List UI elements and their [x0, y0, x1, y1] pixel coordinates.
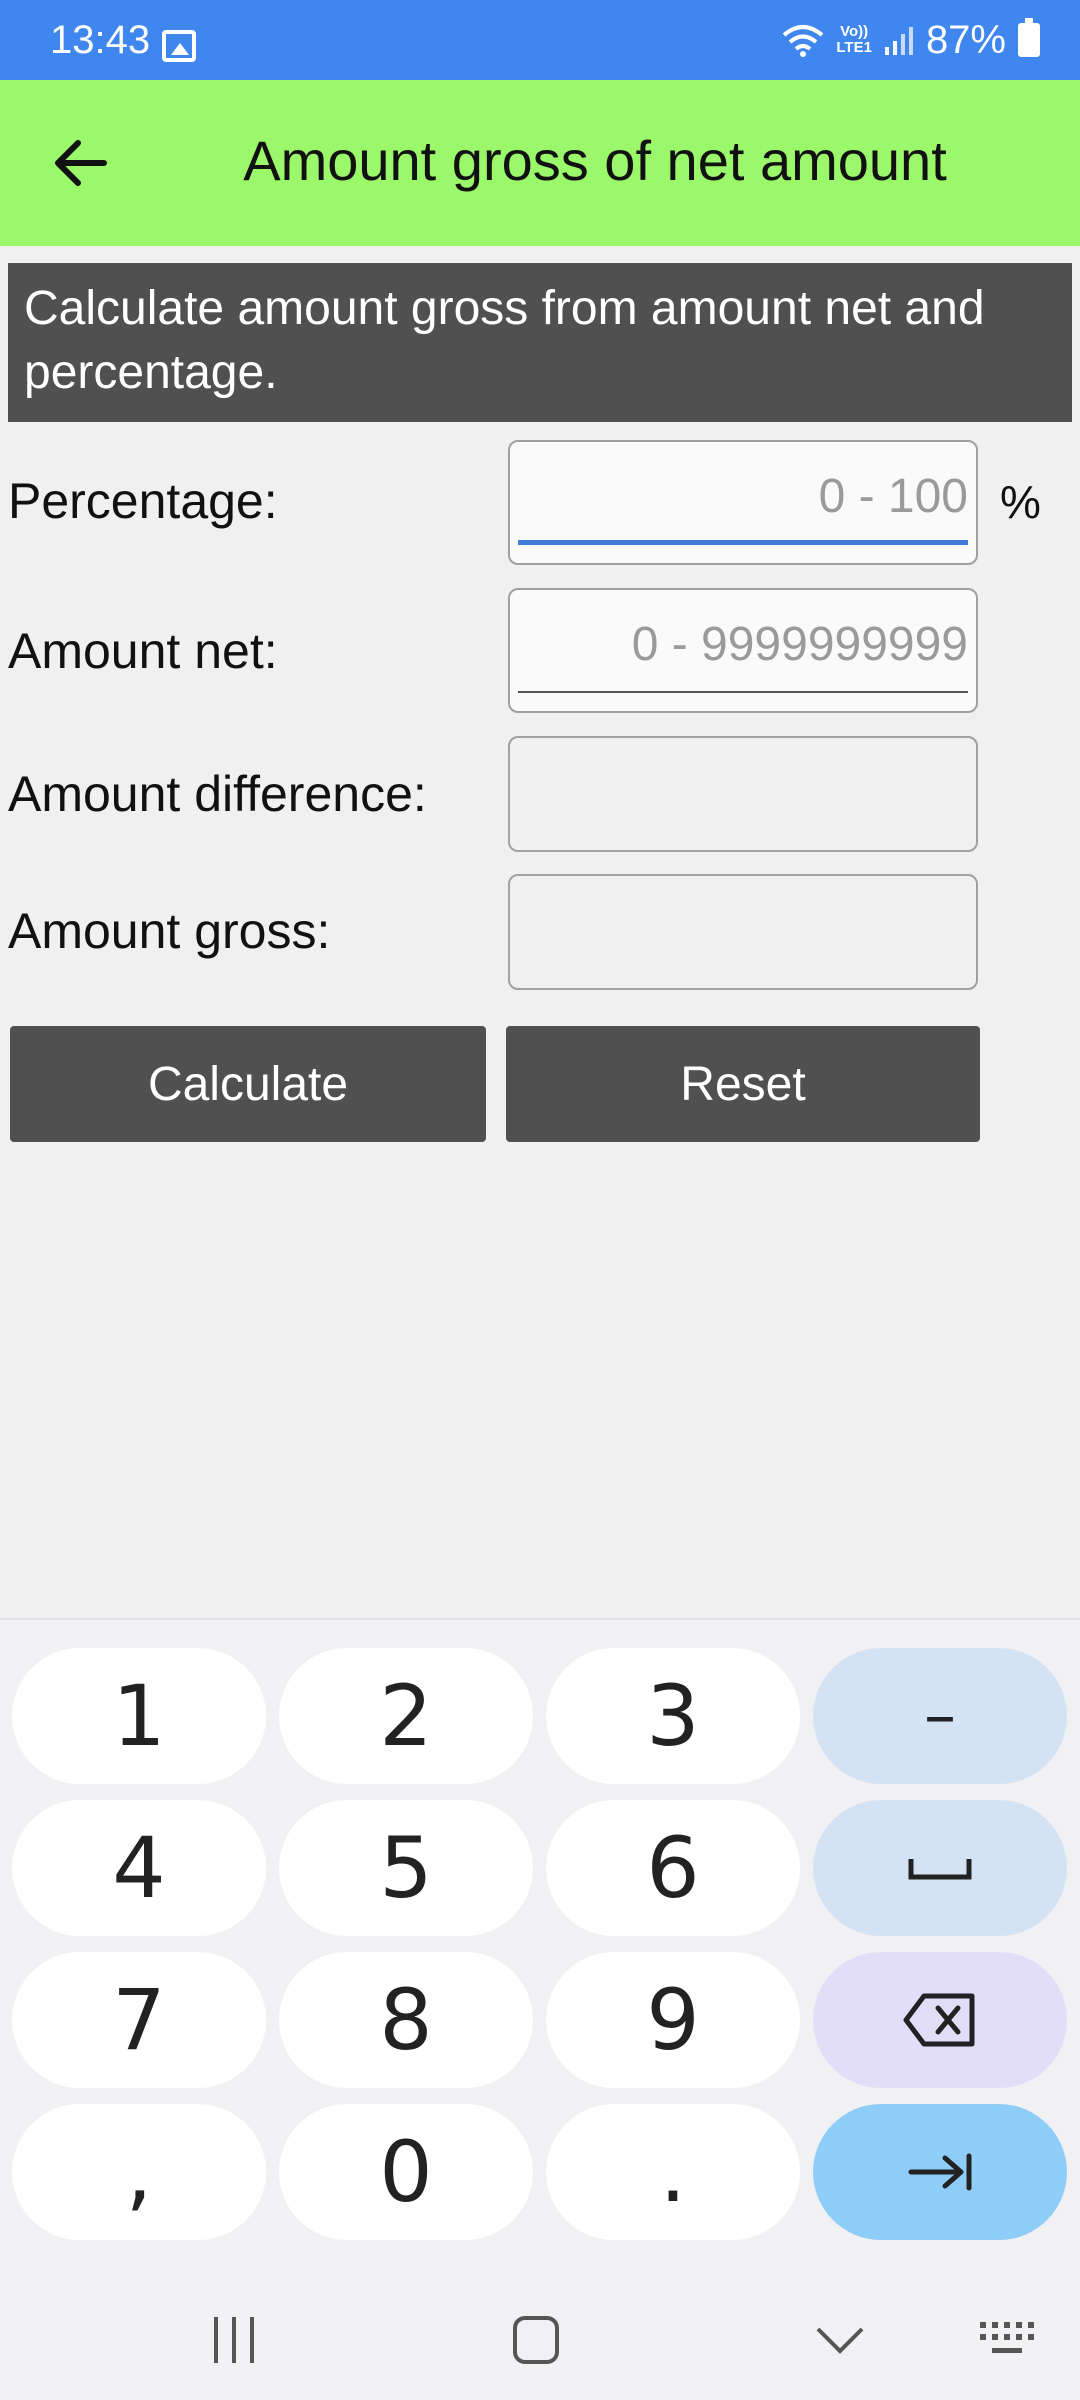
chevron-down-icon [816, 2327, 864, 2354]
key-5[interactable]: 5 [279, 1800, 533, 1936]
key-1[interactable]: 1 [12, 1648, 266, 1784]
recent-apps-button[interactable] [194, 2300, 274, 2380]
amount-net-label: Amount net: [8, 623, 278, 679]
key-9[interactable]: 9 [546, 1952, 800, 2088]
recent-apps-icon [214, 2317, 254, 2363]
status-time: 13:43 [50, 18, 151, 62]
home-button[interactable] [496, 2300, 576, 2380]
percentage-field[interactable] [508, 440, 978, 565]
key-backspace[interactable] [813, 1952, 1067, 2088]
amount-net-underline [518, 691, 968, 693]
amount-net-field[interactable] [508, 588, 978, 713]
amount-gross-label: Amount gross: [8, 903, 331, 959]
volte-top-label: Vo)) [840, 23, 869, 40]
reset-button[interactable]: Reset [506, 1026, 980, 1142]
volte-indicator: Vo)) LTE1 [836, 24, 872, 56]
percentage-underline [518, 540, 968, 545]
numeric-keyboard: 1 2 3 – 4 5 6 7 8 9 , 0 . [0, 1618, 1080, 2278]
key-7[interactable]: 7 [12, 1952, 266, 2088]
amount-difference-field [508, 736, 978, 852]
battery-icon [1018, 18, 1040, 57]
percentage-input[interactable] [518, 456, 968, 536]
keyboard-switch-button[interactable] [968, 2300, 1048, 2380]
key-0[interactable]: 0 [279, 2104, 533, 2240]
status-bar: 13:43 Vo)) LTE1 87% [0, 0, 1080, 80]
percentage-label: Percentage: [8, 473, 278, 529]
amount-difference-label: Amount difference: [8, 766, 427, 822]
keyboard-icon [980, 2322, 1034, 2353]
key-period[interactable]: . [546, 2104, 800, 2240]
amount-gross-field [508, 874, 978, 990]
key-minus[interactable]: – [813, 1648, 1067, 1784]
battery-percent: 87% [925, 17, 1006, 62]
description-panel: Calculate amount gross from amount net a… [8, 263, 1072, 422]
image-notification-icon [162, 30, 196, 62]
key-next[interactable] [813, 2104, 1067, 2240]
key-2[interactable]: 2 [279, 1648, 533, 1784]
key-comma[interactable]: , [12, 2104, 266, 2240]
space-icon [908, 1859, 972, 1880]
system-nav-bar [0, 2278, 1080, 2400]
tab-next-icon [908, 2153, 972, 2191]
key-8[interactable]: 8 [279, 1952, 533, 2088]
hide-keyboard-button[interactable] [800, 2300, 880, 2380]
page-title: Amount gross of net amount [243, 129, 947, 192]
volte-bottom-label: LTE1 [836, 39, 872, 56]
backspace-icon [903, 1993, 975, 2047]
percent-unit: % [1000, 476, 1041, 528]
status-icons: Vo)) LTE1 87% [782, 18, 1040, 62]
app-bar: Amount gross of net amount [0, 80, 1080, 246]
amount-net-input[interactable] [518, 604, 968, 684]
key-4[interactable]: 4 [12, 1800, 266, 1936]
home-icon [513, 2316, 559, 2364]
wifi-icon [783, 25, 824, 57]
key-6[interactable]: 6 [546, 1800, 800, 1936]
key-3[interactable]: 3 [546, 1648, 800, 1784]
key-space[interactable] [813, 1800, 1067, 1936]
calculate-button[interactable]: Calculate [10, 1026, 486, 1142]
signal-icon [884, 27, 913, 55]
